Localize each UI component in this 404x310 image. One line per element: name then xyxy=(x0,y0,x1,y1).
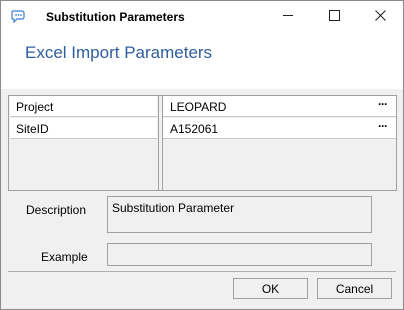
parameter-value-cell[interactable]: LEOPARD ··· xyxy=(163,96,396,117)
maximize-icon xyxy=(328,10,340,24)
parameter-name-cell[interactable]: Project xyxy=(10,96,157,117)
browse-button[interactable]: ··· xyxy=(378,97,392,111)
window-title: Substitution Parameters xyxy=(46,10,185,24)
title-bar[interactable]: Substitution Parameters xyxy=(1,1,403,33)
parameter-grid: Project SiteID LEOPARD ··· A152061 ··· xyxy=(8,95,397,191)
parameter-value: LEOPARD xyxy=(170,100,227,114)
description-field[interactable]: Substitution Parameter xyxy=(107,196,372,233)
cancel-button[interactable]: Cancel xyxy=(317,278,392,299)
minimize-button[interactable] xyxy=(265,1,311,33)
close-button[interactable] xyxy=(357,1,403,33)
parameter-name: Project xyxy=(16,100,54,114)
browse-button[interactable]: ··· xyxy=(378,119,392,133)
description-label: Description xyxy=(26,203,87,217)
substitution-parameters-dialog: Substitution Parameters Excel Import Par… xyxy=(0,0,404,310)
parameter-value-column: LEOPARD ··· A152061 ··· xyxy=(162,96,397,190)
footer-divider xyxy=(8,271,396,272)
chat-bubble-icon xyxy=(11,9,25,24)
parameter-name-cell[interactable]: SiteID xyxy=(10,118,157,139)
parameter-name: SiteID xyxy=(16,122,49,136)
close-icon xyxy=(374,10,386,24)
description-value: Substitution Parameter xyxy=(112,201,235,215)
maximize-button[interactable] xyxy=(311,1,357,33)
minimize-icon xyxy=(282,10,294,24)
parameter-value: A152061 xyxy=(170,122,219,136)
parameter-value-cell[interactable]: A152061 ··· xyxy=(163,118,396,139)
example-field[interactable] xyxy=(107,243,372,266)
header-title: Excel Import Parameters xyxy=(25,43,213,62)
parameter-name-column: Project SiteID xyxy=(9,96,159,190)
header-band: Excel Import Parameters xyxy=(1,33,403,89)
ok-button[interactable]: OK xyxy=(233,278,308,299)
example-label: Example xyxy=(41,250,88,264)
